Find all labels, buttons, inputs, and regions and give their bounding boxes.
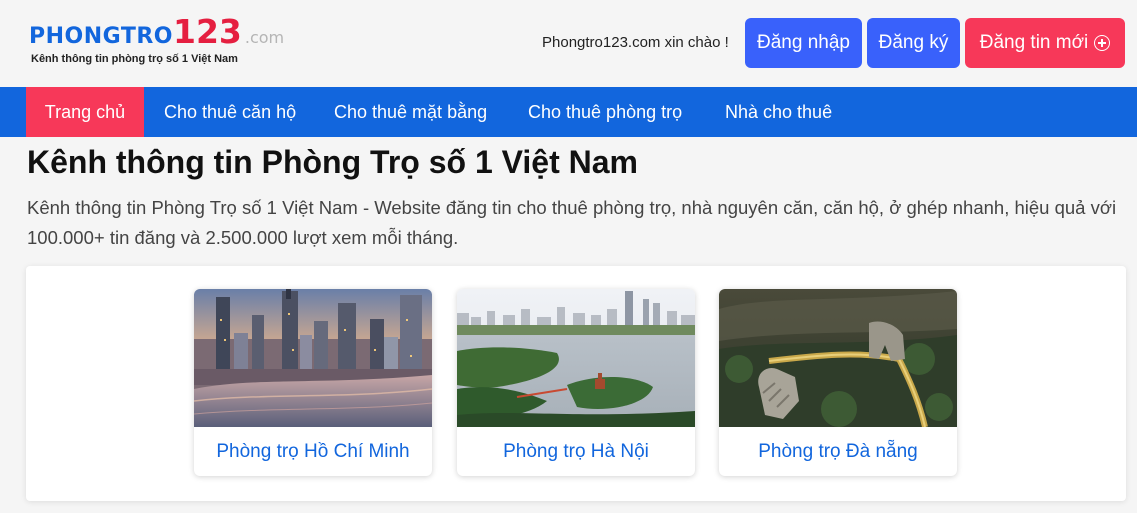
nav-item-label: Cho thuê căn hộ <box>164 101 297 122</box>
site-header: PHONGTRO123 .com Kênh thông tin phòng trọ… <box>0 0 1137 87</box>
location-card-danang[interactable]: Phòng trọ Đà nẵng <box>719 289 957 476</box>
welcome-text: Phongtro123.com xin chào ! <box>542 34 729 51</box>
post-listing-button-label: Đăng tin mới <box>979 32 1089 53</box>
logo-tagline: Kênh thông tin phòng trọ số 1 Việt Nam <box>31 53 238 65</box>
location-card-hanoi[interactable]: Phòng trọ Hà Nội <box>457 289 695 476</box>
nav-item-label: Nhà cho thuê <box>725 101 833 122</box>
location-card-hcm[interactable]: Phòng trọ Hồ Chí Minh <box>194 289 432 476</box>
post-listing-button[interactable]: Đăng tin mới <box>965 18 1125 68</box>
logo-word: PHONGTRO <box>29 24 173 49</box>
nav-item-houses[interactable]: Nhà cho thuê <box>725 87 832 137</box>
hcm-city-image <box>194 289 432 427</box>
location-card-label: Phòng trọ Hà Nội <box>503 440 649 462</box>
page-title: Kênh thông tin Phòng Trọ số 1 Việt Nam <box>27 144 638 180</box>
danang-golden-bridge-image <box>719 289 957 427</box>
main-nav: Trang chủ Cho thuê căn hộ Cho thuê mặt b… <box>0 87 1137 137</box>
location-card-label: Phòng trọ Hồ Chí Minh <box>216 440 410 462</box>
register-button[interactable]: Đăng ký <box>867 18 960 68</box>
login-button[interactable]: Đăng nhập <box>745 18 862 68</box>
nav-item-apartments[interactable]: Cho thuê căn hộ <box>164 87 296 137</box>
location-card-label: Phòng trọ Đà nẵng <box>758 440 918 462</box>
nav-item-premises[interactable]: Cho thuê mặt bằng <box>334 87 487 137</box>
nav-item-label: Cho thuê phòng trọ <box>528 101 683 122</box>
logo-number: 123 <box>172 12 242 51</box>
register-button-label: Đăng ký <box>878 32 949 53</box>
nav-item-label: Cho thuê mặt bằng <box>334 101 488 122</box>
login-button-label: Đăng nhập <box>757 32 850 53</box>
nav-item-home[interactable]: Trang chủ <box>26 87 144 137</box>
logo-domain: .com <box>244 28 285 47</box>
nav-item-label: Trang chủ <box>44 101 126 122</box>
hanoi-city-image <box>457 289 695 427</box>
plus-circle-icon <box>1094 35 1111 51</box>
page-description: Kênh thông tin Phòng Trọ số 1 Việt Nam -… <box>27 197 1117 248</box>
nav-item-rooms[interactable]: Cho thuê phòng trọ <box>528 87 682 137</box>
logo-wordmark[interactable]: PHONGTRO123 .com <box>29 12 285 51</box>
